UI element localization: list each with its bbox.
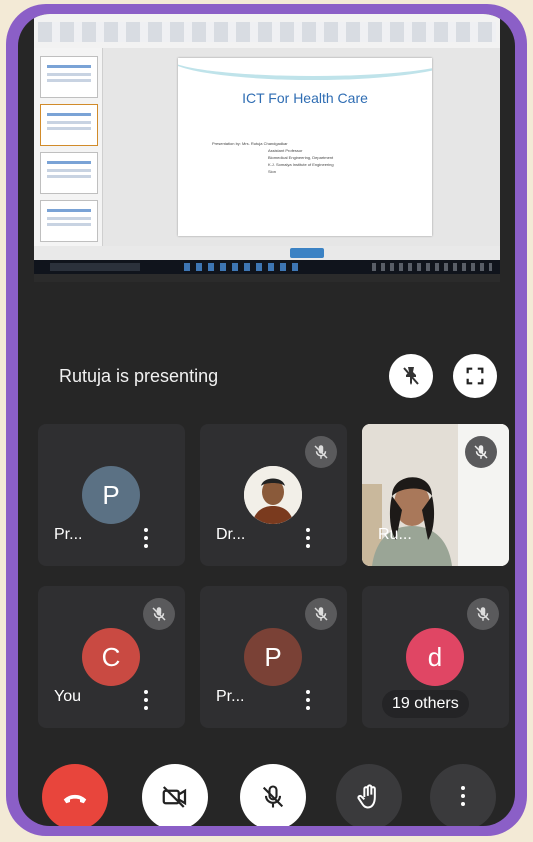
more-options-icon[interactable] bbox=[142, 690, 150, 712]
slide-thumbnail bbox=[40, 56, 98, 98]
muted-mic-icon bbox=[467, 598, 499, 630]
presentation-status-bar bbox=[34, 246, 500, 260]
muted-mic-icon bbox=[143, 598, 175, 630]
avatar: C bbox=[82, 628, 140, 686]
participant-name: Pr... bbox=[216, 688, 245, 705]
slide-line: Sion bbox=[268, 169, 277, 174]
more-vert-icon bbox=[459, 786, 467, 808]
participant-name: Pr... bbox=[54, 526, 83, 543]
taskbar-tray bbox=[372, 263, 492, 271]
taskbar-icons bbox=[184, 263, 304, 271]
mic-toggle-button[interactable] bbox=[240, 764, 306, 826]
participant-name: Dr... bbox=[216, 526, 246, 543]
others-count: 19 others bbox=[382, 690, 469, 718]
participant-tile[interactable]: Dr... bbox=[200, 424, 347, 566]
presenting-label: Rutuja is presenting bbox=[59, 366, 219, 386]
participant-tile[interactable]: P Pr... bbox=[38, 424, 185, 566]
mic-off-icon bbox=[262, 785, 284, 808]
slide-line: Presentation by: Mrs. Rutuja Chandgadkar bbox=[212, 141, 288, 146]
participant-tile[interactable]: P Pr... bbox=[200, 586, 347, 728]
status-button bbox=[290, 248, 324, 258]
raise-hand-button[interactable] bbox=[336, 764, 402, 826]
others-tile[interactable]: d 19 others bbox=[362, 586, 509, 728]
taskbar-search bbox=[50, 263, 140, 271]
more-options-icon[interactable] bbox=[142, 528, 150, 550]
meeting-screen: ICT For Health Care Presentation by: Mrs… bbox=[18, 14, 515, 826]
muted-mic-icon bbox=[305, 436, 337, 468]
avatar: P bbox=[82, 466, 140, 524]
muted-mic-icon bbox=[465, 436, 497, 468]
unpin-button[interactable] bbox=[389, 354, 433, 398]
slide-line: K.J. Somaiya Institute of Engineering bbox=[268, 162, 334, 167]
avatar-photo bbox=[244, 466, 302, 524]
slide-line: Biomedical Engineering, Department bbox=[268, 155, 334, 160]
presentation-ribbon bbox=[34, 14, 500, 49]
slide-thumbnail bbox=[40, 104, 98, 146]
presentation-editor: ICT For Health Care Presentation by: Mrs… bbox=[34, 48, 500, 246]
slide-title: ICT For Health Care bbox=[242, 90, 368, 106]
unpin-icon bbox=[403, 367, 419, 385]
slide-line: Assistant Professor bbox=[268, 148, 303, 153]
participant-tile[interactable]: C You bbox=[38, 586, 185, 728]
end-call-icon bbox=[63, 794, 87, 804]
more-options-button[interactable] bbox=[430, 764, 496, 826]
avatar: P bbox=[244, 628, 302, 686]
slide-thumbnails bbox=[34, 48, 103, 246]
participant-video-tile[interactable]: Ru... bbox=[362, 424, 509, 566]
more-options-icon[interactable] bbox=[304, 690, 312, 712]
avatar: d bbox=[406, 628, 464, 686]
slide-decoration bbox=[178, 58, 432, 80]
more-options-icon[interactable] bbox=[304, 528, 312, 550]
muted-mic-icon bbox=[305, 598, 337, 630]
camera-toggle-button[interactable] bbox=[142, 764, 208, 826]
camera-off-icon bbox=[162, 786, 187, 808]
slide-thumbnail bbox=[40, 152, 98, 194]
participant-name: Ru... bbox=[378, 526, 412, 543]
current-slide: ICT For Health Care Presentation by: Mrs… bbox=[178, 58, 432, 236]
fullscreen-icon bbox=[466, 367, 484, 385]
windows-taskbar bbox=[34, 260, 500, 274]
raise-hand-icon bbox=[357, 784, 376, 809]
participant-name: You bbox=[54, 688, 81, 705]
slide-presenter-text: Presentation by: Mrs. Rutuja Chandgadkar… bbox=[212, 140, 382, 175]
slide-thumbnail bbox=[40, 200, 98, 242]
end-call-button[interactable] bbox=[42, 764, 108, 826]
fullscreen-button[interactable] bbox=[453, 354, 497, 398]
